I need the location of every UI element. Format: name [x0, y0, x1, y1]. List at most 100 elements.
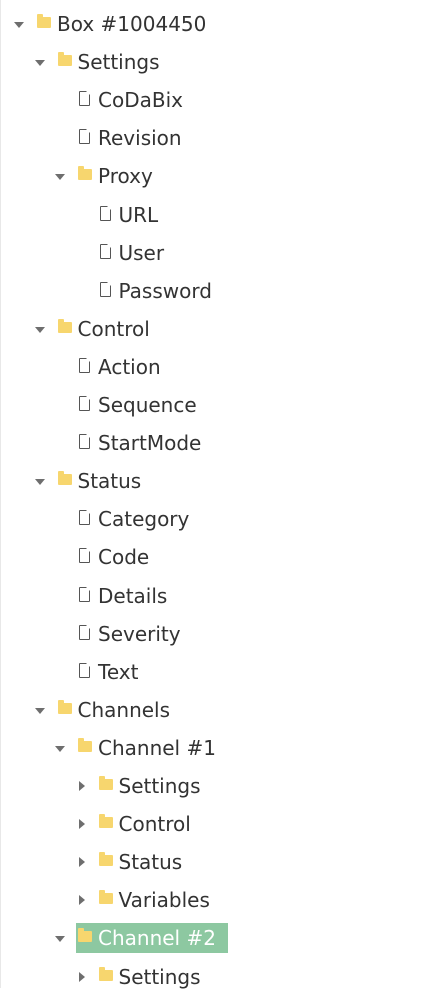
tree-row: Sequence	[0, 389, 430, 421]
tree-node-settings[interactable]: Settings	[56, 47, 172, 77]
tree-node-label: Details	[98, 583, 168, 608]
tree-node-code[interactable]: Code	[76, 542, 161, 572]
tree-node-label: Category	[98, 507, 190, 532]
folder-icon	[78, 737, 92, 752]
file-icon	[79, 510, 90, 526]
tree-row: Severity	[0, 618, 430, 650]
caret-right-icon[interactable]	[72, 888, 92, 912]
tree-node-channels[interactable]: Channels	[56, 695, 183, 725]
caret-down-icon[interactable]	[51, 926, 71, 950]
tree-row: Status	[0, 465, 430, 497]
tree-node-control[interactable]: Control	[56, 314, 162, 344]
tree-node-label: Channel #2	[98, 926, 216, 951]
tree-node-label: Status	[118, 850, 183, 875]
tree-row: Password	[0, 275, 430, 307]
tree-row: Box #1004450	[0, 8, 430, 40]
folder-icon	[98, 890, 113, 905]
file-icon	[79, 434, 90, 450]
file-icon	[79, 662, 90, 678]
tree-node-url[interactable]: URL	[97, 200, 171, 230]
tree-node-user[interactable]: User	[97, 238, 177, 268]
folder-icon	[57, 471, 72, 486]
tree-node-label: Proxy	[98, 164, 153, 189]
tree-node-channel-1-control[interactable]: Control	[97, 809, 203, 839]
tree-node-label: Control	[77, 316, 150, 341]
tree-node-label: Status	[77, 469, 142, 494]
tree-row: Proxy	[0, 160, 430, 192]
folder-icon	[98, 966, 113, 981]
caret-down-icon[interactable]	[31, 469, 51, 493]
tree-node-label: Box #1004450	[57, 12, 207, 36]
tree-node-channel-1-status[interactable]: Status	[97, 847, 195, 877]
tree-node-channel-1-settings[interactable]: Settings	[97, 771, 213, 801]
tree-node-text[interactable]: Text	[76, 657, 150, 687]
caret-down-icon[interactable]	[31, 317, 51, 341]
tree-row: Revision	[0, 122, 430, 154]
file-icon	[79, 586, 90, 602]
folder-icon	[57, 52, 72, 67]
tree-view: Box #1004450 Settings CoDaBix Revision Proxy…	[0, 0, 430, 989]
tree-node-label: Settings	[118, 964, 201, 989]
folder-icon	[78, 166, 92, 181]
tree-node-label: URL	[118, 202, 159, 227]
tree-node-proxy[interactable]: Proxy	[76, 161, 165, 191]
tree-node-label: Sequence	[98, 393, 197, 417]
tree-row: Channel #2	[0, 922, 430, 954]
tree-node-label: Password	[118, 278, 212, 303]
tree-row: Control	[0, 808, 430, 840]
tree-row: Status	[0, 846, 430, 878]
tree-node-action[interactable]: Action	[76, 352, 173, 382]
tree-node-category[interactable]: Category	[76, 504, 201, 534]
folder-icon	[57, 699, 72, 714]
folder-icon	[37, 14, 51, 28]
caret-down-icon[interactable]	[51, 736, 71, 760]
tree-node-channel-2[interactable]: Channel #2	[76, 923, 228, 954]
tree-node-sequence[interactable]: Sequence	[76, 390, 209, 420]
caret-right-icon[interactable]	[72, 850, 92, 874]
tree-node-label: Control	[118, 812, 191, 837]
tree-node-label: Revision	[98, 126, 182, 151]
folder-icon	[57, 318, 72, 333]
folder-icon	[98, 776, 113, 790]
tree-node-label: Channel #1	[98, 735, 216, 760]
tree-row: Control	[0, 313, 430, 345]
caret-down-icon[interactable]	[31, 50, 51, 74]
tree-node-label: Settings	[118, 774, 201, 798]
file-icon	[79, 129, 90, 145]
tree-node-revision[interactable]: Revision	[76, 123, 194, 153]
tree-node-label: CoDaBix	[98, 88, 183, 113]
tree-node-password[interactable]: Password	[97, 276, 224, 306]
folder-icon	[98, 852, 113, 867]
tree-node-label: Severity	[98, 621, 181, 646]
tree-node-channel-2-settings[interactable]: Settings	[97, 962, 213, 992]
tree-node-box-1004450[interactable]: Box #1004450	[35, 9, 218, 39]
file-icon	[79, 548, 90, 564]
file-icon	[99, 281, 111, 297]
tree-node-label: Settings	[77, 50, 160, 75]
caret-right-icon[interactable]	[72, 812, 92, 836]
tree-node-details[interactable]: Details	[76, 581, 179, 611]
tree-row: Category	[0, 503, 430, 535]
tree-node-severity[interactable]: Severity	[76, 619, 193, 649]
tree-node-channel-1[interactable]: Channel #1	[76, 733, 228, 763]
tree-node-codabix[interactable]: CoDaBix	[76, 85, 195, 115]
caret-right-icon[interactable]	[72, 774, 92, 798]
file-icon	[79, 396, 90, 411]
file-icon	[99, 205, 111, 221]
tree-row: Variables	[0, 884, 430, 916]
tree-row: Channel #1	[0, 732, 430, 764]
tree-row: StartMode	[0, 427, 430, 459]
caret-down-icon[interactable]	[31, 698, 51, 722]
tree-node-label: StartMode	[98, 431, 202, 456]
tree-row: User	[0, 237, 430, 269]
tree-row: Channels	[0, 694, 430, 726]
caret-right-icon[interactable]	[72, 965, 92, 989]
folder-icon	[98, 814, 113, 829]
tree-node-status[interactable]: Status	[56, 466, 154, 496]
caret-down-icon[interactable]	[51, 164, 71, 188]
tree-row: Code	[0, 541, 430, 573]
tree-node-channel-1-variables[interactable]: Variables	[97, 885, 222, 915]
caret-down-icon[interactable]	[10, 12, 30, 36]
tree-node-startmode[interactable]: StartMode	[76, 428, 213, 458]
file-icon	[79, 624, 90, 640]
